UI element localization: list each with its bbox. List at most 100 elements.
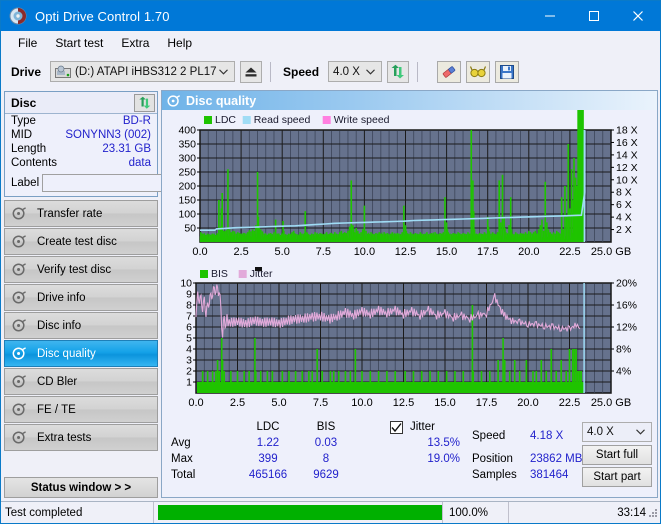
svg-text:15.0: 15.0 <box>434 397 455 409</box>
sidebar-item-transfer-rate[interactable]: Transfer rate <box>4 200 158 227</box>
status-window-button[interactable]: Status window > > <box>4 477 158 498</box>
jitter-checkbox[interactable] <box>390 421 403 434</box>
sidebar-item-verify-test-disc[interactable]: Verify test disc <box>4 256 158 283</box>
svg-text:12%: 12% <box>616 322 637 334</box>
svg-text:2: 2 <box>186 366 192 378</box>
svg-text:Write speed: Write speed <box>334 114 390 126</box>
maximize-icon[interactable] <box>572 1 616 31</box>
svg-text:4%: 4% <box>616 366 631 378</box>
sidebar-item-label: Disc quality <box>37 347 96 360</box>
svg-text:350: 350 <box>178 139 196 151</box>
samples-stat-value: 381464 <box>530 469 569 481</box>
stat-ldc-max: 399 <box>258 453 278 465</box>
disc-key: Type <box>11 115 36 127</box>
test-speed-select[interactable]: 4.0 X <box>582 422 652 442</box>
svg-text:10.0: 10.0 <box>351 397 372 409</box>
sidebar-item-create-test-disc[interactable]: Create test disc <box>4 228 158 255</box>
menu-help[interactable]: Help <box>158 33 201 53</box>
svg-text:18 X: 18 X <box>616 125 638 137</box>
disc-label-row: Label <box>5 170 213 196</box>
menu-file[interactable]: File <box>9 33 46 53</box>
stat-col-bis: BIS <box>316 421 336 433</box>
resize-grip-icon[interactable] <box>648 508 658 521</box>
start-part-button[interactable]: Start part <box>582 467 652 487</box>
glasses-button[interactable] <box>466 60 491 83</box>
sidebar-item-label: Transfer rate <box>37 207 103 220</box>
stat-bis-avg: 0.03 <box>314 437 338 449</box>
svg-text:1: 1 <box>186 377 192 389</box>
panel-title: Disc quality <box>186 93 257 108</box>
close-icon[interactable] <box>616 1 660 31</box>
sidebar-item-label: FE / TE <box>37 403 76 416</box>
sidebar-item-fe-te[interactable]: FE / TE <box>4 396 158 423</box>
svg-text:9: 9 <box>186 289 192 301</box>
elapsed-time: 33:14 <box>508 501 660 523</box>
disc-value: 23.31 GB <box>102 143 151 155</box>
svg-text:4: 4 <box>186 344 192 356</box>
svg-text:300: 300 <box>178 153 196 165</box>
svg-text:12.5: 12.5 <box>395 246 416 258</box>
app-window: Opti Drive Control 1.70 File Start test … <box>0 0 661 524</box>
disc-panel-title: Disc <box>11 95 37 110</box>
progress-bar <box>153 501 442 523</box>
eject-button[interactable] <box>240 60 263 83</box>
svg-text:12 X: 12 X <box>616 162 638 174</box>
svg-text:16%: 16% <box>616 300 637 312</box>
toolbar: Drive (D:) ATAPI iHBS312 2 PL17 Speed 4.… <box>1 55 660 88</box>
drive-select[interactable]: (D:) ATAPI iHBS312 2 PL17 <box>50 61 236 82</box>
disc-value: SONYNN3 (002) <box>65 129 151 141</box>
svg-text:0.0: 0.0 <box>188 397 203 409</box>
stat-row-label-total: Total <box>171 469 196 481</box>
menu-start-test[interactable]: Start test <box>46 33 112 53</box>
sidebar-item-disc-info[interactable]: Disc info <box>4 312 158 339</box>
svg-text:250: 250 <box>178 167 196 179</box>
svg-text:150: 150 <box>178 195 196 207</box>
disc-test-icon <box>12 430 30 445</box>
sidebar-item-extra-tests[interactable]: Extra tests <box>4 424 158 451</box>
disc-row-type: Type BD-R <box>5 114 157 128</box>
disc-row-mid: MID SONYNN3 (002) <box>5 128 157 142</box>
bis-chart: BIS Jitter 1 2 3 4 5 6 7 8 9 10 4% 8% 12% 16% 20% 0.0 2.5 5… <box>162 265 657 417</box>
stat-jitter-max: 19.0% <box>427 453 460 465</box>
speed-stat-value: 4.18 X <box>530 430 564 442</box>
svg-text:50: 50 <box>184 223 196 235</box>
sidebar: Disc Type BD-R MID SONYNN3 (002) Length … <box>4 91 213 498</box>
sidebar-item-label: Verify test disc <box>37 263 112 276</box>
svg-text:2.5: 2.5 <box>230 397 245 409</box>
sidebar-item-disc-quality[interactable]: Disc quality <box>4 340 158 367</box>
start-full-button[interactable]: Start full <box>582 445 652 465</box>
stat-row-label-avg: Avg <box>171 437 191 449</box>
disc-quality-panel: Disc quality LDC Read speed Write speed 50 1… <box>161 90 658 498</box>
disc-refresh-button[interactable] <box>134 93 155 112</box>
chevron-down-icon <box>219 66 228 78</box>
drive-icon <box>55 65 72 79</box>
sidebar-item-drive-info[interactable]: Drive info <box>4 284 158 311</box>
svg-text:6: 6 <box>186 322 192 334</box>
minimize-icon[interactable] <box>528 1 572 31</box>
sidebar-item-label: CD Bler <box>37 375 78 388</box>
panel-header: Disc quality <box>162 91 657 110</box>
svg-text:25.0 GB: 25.0 GB <box>591 397 631 409</box>
save-button[interactable] <box>495 60 520 83</box>
svg-text:100: 100 <box>178 209 196 221</box>
svg-text:2 X: 2 X <box>616 224 632 236</box>
toolbar-separator <box>417 61 419 82</box>
sidebar-item-cd-bler[interactable]: CD Bler <box>4 368 158 395</box>
svg-text:22.5: 22.5 <box>559 246 580 258</box>
ldc-chart: LDC Read speed Write speed 50 100 150 200 250 30… <box>162 110 657 265</box>
stat-ldc-total: 465166 <box>248 469 288 481</box>
svg-text:8: 8 <box>186 300 192 312</box>
svg-text:5.0: 5.0 <box>271 397 286 409</box>
progress-fill <box>158 505 442 520</box>
svg-text:8 X: 8 X <box>616 187 632 199</box>
svg-text:12.5: 12.5 <box>393 397 414 409</box>
menu-extra[interactable]: Extra <box>112 33 158 53</box>
eraser-button[interactable] <box>437 60 462 83</box>
menu-bar: File Start test Extra Help <box>1 31 660 55</box>
refresh-button[interactable] <box>387 60 410 83</box>
svg-text:7.5: 7.5 <box>313 397 328 409</box>
svg-text:14 X: 14 X <box>616 149 638 161</box>
disc-key: Contents <box>11 157 58 169</box>
svg-text:BIS: BIS <box>211 268 228 280</box>
speed-select[interactable]: 4.0 X <box>328 61 383 82</box>
